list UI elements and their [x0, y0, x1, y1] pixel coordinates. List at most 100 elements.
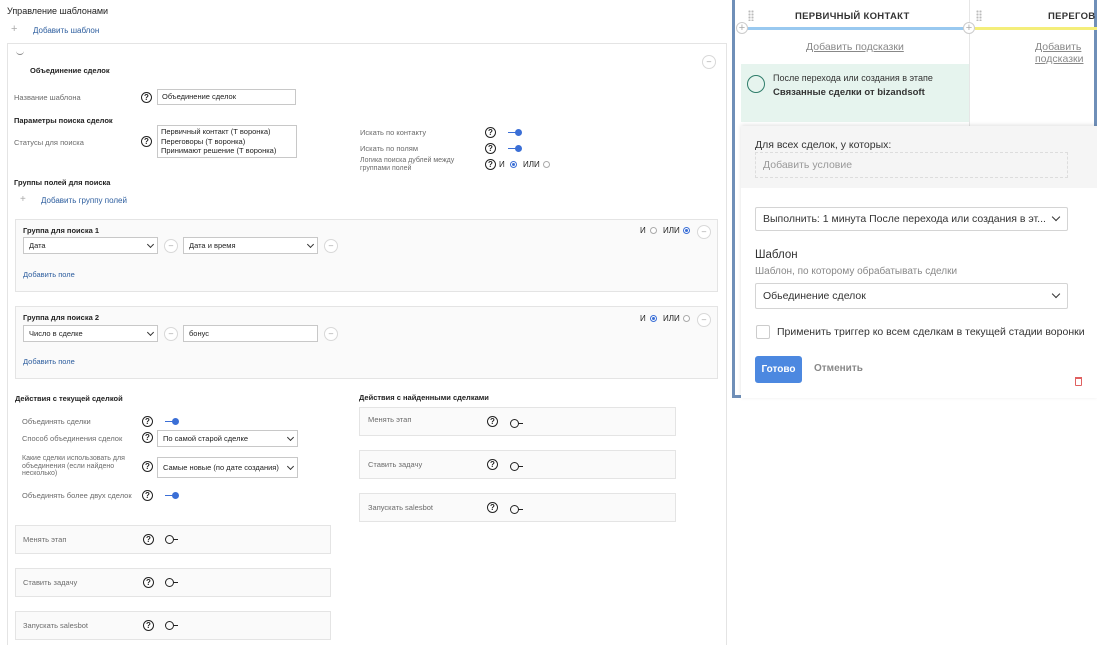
action-toggle[interactable] — [165, 578, 178, 587]
action-toggle[interactable] — [510, 505, 523, 514]
search-params-heading: Параметры поиска сделок — [14, 116, 113, 125]
trigger-name: Связанные сделки от bizandsoft — [773, 87, 925, 98]
add-stage-plus-icon[interactable]: + — [736, 22, 748, 34]
status-option[interactable]: Принимают решение (Т воронка) — [161, 146, 293, 156]
help-icon[interactable]: ? — [142, 490, 153, 501]
add-hint-link[interactable]: Добавить подсказки — [806, 41, 904, 53]
logic-or-radio[interactable] — [543, 161, 550, 168]
collapse-template-button[interactable]: – — [702, 55, 716, 69]
field-select[interactable]: Число в сделке — [23, 325, 158, 342]
execute-select[interactable]: Выполнить: 1 минута После перехода или с… — [755, 207, 1068, 231]
trigger-panel: ПЕРВИЧНЫЙ КОНТАКТ ПЕРЕГОВ + + Добавить п… — [732, 0, 1097, 398]
chevron-down-icon — [1051, 212, 1061, 222]
action-label: Запускать salesbot — [23, 621, 88, 630]
add-stage-plus-icon[interactable]: + — [963, 22, 975, 34]
help-icon[interactable]: ? — [485, 159, 496, 170]
page-title: Управление шаблонами — [7, 6, 109, 16]
remove-group-button[interactable]: – — [697, 313, 711, 327]
action-card: Запускать salesbot ? — [15, 611, 331, 640]
add-field-link[interactable]: Добавить поле — [23, 270, 75, 279]
status-option[interactable]: Переговоры (Т воронка) — [161, 137, 293, 147]
execute-value: Выполнить: 1 минута После перехода или с… — [763, 213, 1046, 225]
apply-all-checkbox[interactable] — [756, 325, 770, 339]
help-icon[interactable]: ? — [487, 502, 498, 513]
help-icon[interactable]: ? — [485, 127, 496, 138]
group-title: Группа для поиска 2 — [23, 313, 99, 322]
delete-trash-icon[interactable] — [1075, 377, 1082, 386]
stage-column-title: ПЕРВИЧНЫЙ КОНТАКТ — [795, 11, 910, 22]
done-button[interactable]: Готово — [755, 356, 802, 383]
remove-field-button[interactable]: – — [324, 327, 338, 341]
field-type-input[interactable]: бонус — [183, 325, 318, 342]
help-icon[interactable]: ? — [143, 620, 154, 631]
remove-group-button[interactable]: – — [697, 225, 711, 239]
statuses-listbox[interactable]: Первичный контакт (Т воронка) Переговоры… — [157, 125, 297, 158]
search-by-fields-toggle[interactable] — [508, 145, 522, 152]
add-field-group-plus-icon[interactable]: + — [20, 194, 26, 205]
merge-method-label: Способ объединения сделок — [22, 434, 123, 443]
logic-and-radio[interactable] — [510, 161, 517, 168]
drag-handle-icon[interactable] — [748, 10, 754, 21]
action-toggle[interactable] — [165, 621, 178, 630]
conditions-label: Для всех сделок, у которых: — [755, 139, 892, 151]
chevron-down-icon — [306, 240, 315, 249]
group-or-radio[interactable] — [683, 227, 690, 234]
found-actions-heading: Действия с найденными сделками — [359, 393, 489, 402]
group-or-radio[interactable] — [683, 315, 690, 322]
add-hint-link[interactable]: Добавить подсказки — [1035, 41, 1094, 65]
merge-deals-label: Объединять сделки — [22, 417, 91, 426]
add-field-group-link[interactable]: Добавить группу полей — [41, 196, 127, 205]
help-icon[interactable]: ? — [485, 143, 496, 154]
group-and-radio[interactable] — [650, 227, 657, 234]
group-or-label: ИЛИ — [663, 314, 680, 323]
add-condition-input[interactable]: Добавить условие — [755, 152, 1068, 178]
help-icon[interactable]: ? — [487, 416, 498, 427]
search-by-contact-toggle[interactable] — [508, 129, 522, 136]
help-icon[interactable]: ? — [141, 136, 152, 147]
template-hint: Шаблон, по которому обрабатывать сделки — [755, 266, 958, 277]
help-icon[interactable]: ? — [143, 577, 154, 588]
group-or-label: ИЛИ — [663, 226, 680, 235]
drag-handle-icon[interactable] — [976, 10, 982, 21]
add-field-link[interactable]: Добавить поле — [23, 357, 75, 366]
chevron-down-icon — [1051, 289, 1061, 299]
merge-method-select[interactable]: По самой старой сделке — [157, 430, 298, 447]
group-and-radio[interactable] — [650, 315, 657, 322]
template-label: Шаблон — [755, 249, 798, 261]
field-type-select[interactable]: Дата и время — [183, 237, 318, 254]
template-select[interactable]: Обьединение сделок — [755, 283, 1068, 309]
help-icon[interactable]: ? — [142, 416, 153, 427]
help-icon[interactable]: ? — [141, 92, 152, 103]
remove-field-button[interactable]: – — [324, 239, 338, 253]
group-and-label: И — [640, 314, 646, 323]
action-toggle[interactable] — [510, 419, 523, 428]
group-and-label: И — [640, 226, 646, 235]
chevron-down-icon — [146, 328, 155, 337]
status-option[interactable]: Первичный контакт (Т воронка) — [161, 127, 293, 137]
help-icon[interactable]: ? — [143, 534, 154, 545]
field-select[interactable]: Дата — [23, 237, 158, 254]
help-icon[interactable]: ? — [142, 461, 153, 472]
chevron-down-icon — [286, 433, 295, 442]
action-label: Запускать salesbot — [368, 503, 433, 512]
merge-deals-toggle[interactable] — [165, 418, 179, 425]
merge-more-than-two-label: Объединять более двух сделок — [22, 491, 132, 500]
group-title: Группа для поиска 1 — [23, 226, 99, 235]
which-deals-select[interactable]: Самые новые (по дате создания) — [157, 457, 298, 478]
remove-field-button[interactable]: – — [164, 327, 178, 341]
action-toggle[interactable] — [165, 535, 178, 544]
remove-field-button[interactable]: – — [164, 239, 178, 253]
merge-method-value: По самой старой сделке — [163, 434, 249, 443]
help-icon[interactable]: ? — [487, 459, 498, 470]
action-toggle[interactable] — [510, 462, 523, 471]
template-name-input[interactable]: Объединение сделок — [157, 89, 296, 105]
add-template-link[interactable]: Добавить шаблон — [33, 26, 99, 35]
which-deals-value: Самые новые (по дате создания) — [163, 463, 279, 472]
merge-more-than-two-toggle[interactable] — [165, 492, 179, 499]
cancel-button[interactable]: Отменить — [814, 363, 863, 374]
search-by-fields-label: Искать по полям — [360, 144, 418, 153]
template-heading: Объединение сделок — [30, 66, 110, 75]
help-icon[interactable]: ? — [142, 432, 153, 443]
action-label: Ставить задачу — [368, 460, 423, 469]
add-template-plus-icon[interactable]: + — [11, 23, 17, 35]
